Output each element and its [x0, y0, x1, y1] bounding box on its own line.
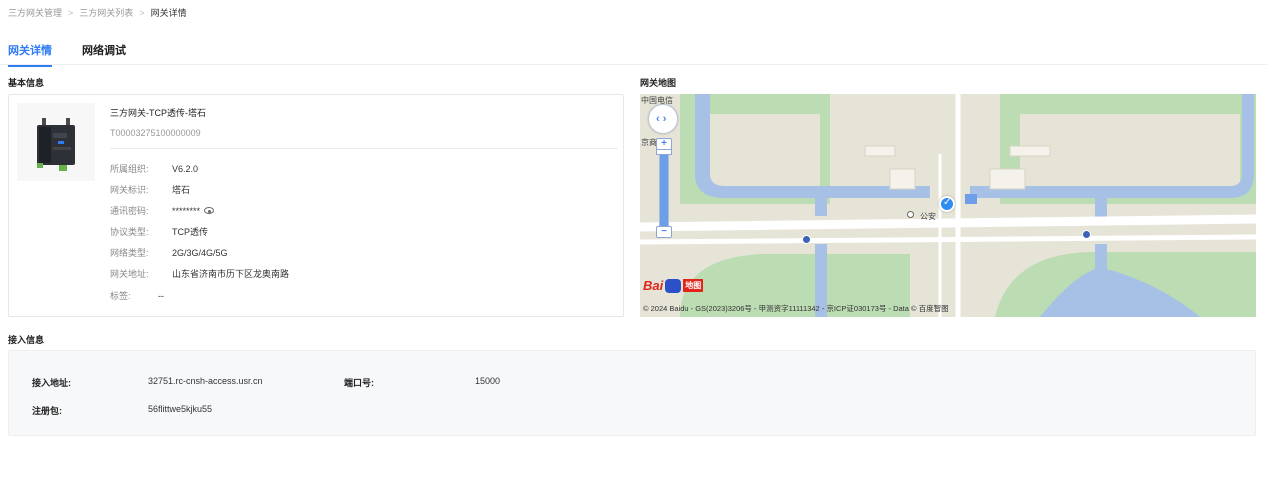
baidu-logo-text: Bai: [643, 278, 664, 293]
device-name: 三方网关-TCP透传-塔石: [110, 108, 206, 118]
info-value: V6.2.0: [172, 163, 199, 174]
baidu-logo-tag: 地图: [683, 279, 704, 292]
device-serial: T00003275100000009: [110, 128, 201, 138]
gateway-device-icon: [37, 118, 75, 171]
access-address-label: 接入地址:: [32, 378, 71, 388]
gateway-map[interactable]: 中国电信 京商街 + − 公安 Bai 地图 © 2024 Baidu - GS…: [640, 94, 1256, 317]
access-info-panel: 接入地址: 32751.rc-cnsh-access.usr.cn 端口号: 1…: [8, 350, 1256, 436]
info-label: 网关标识:: [110, 185, 149, 195]
info-label: 所属组织:: [110, 164, 149, 174]
basic-info-title: 基本信息: [8, 78, 45, 88]
map-title: 网关地图: [640, 78, 677, 88]
breadcrumb-separator-icon: >: [139, 7, 145, 18]
register-packet-label: 注册包:: [32, 406, 62, 416]
register-packet-value: 56flittwe5kjku55: [148, 404, 213, 414]
device-divider: [110, 148, 618, 149]
info-row-gateway-id: 网关标识: 塔石: [110, 183, 190, 196]
zoom-out-button[interactable]: −: [656, 226, 672, 238]
breadcrumb-item-current: 网关详情: [150, 8, 187, 18]
access-address-value: 32751.rc-cnsh-access.usr.cn: [148, 376, 263, 386]
basic-info-card: 三方网关-TCP透传-塔石 T00003275100000009 所属组织: V…: [8, 94, 624, 317]
breadcrumb: 三方网关管理 > 三方网关列表 > 网关详情: [8, 6, 187, 19]
poi-icon[interactable]: [907, 211, 914, 218]
gateway-location-marker-icon[interactable]: [939, 196, 955, 212]
info-row-password: 通讯密码: ********: [110, 204, 215, 217]
breadcrumb-item-gateway-list[interactable]: 三方网关列表: [79, 6, 133, 19]
map-label-poi: 公安: [920, 212, 936, 221]
device-image: [17, 103, 95, 181]
info-value: TCP透传: [172, 227, 209, 237]
eye-icon[interactable]: [204, 207, 215, 214]
baidu-logo: Bai 地图: [643, 278, 704, 293]
info-value: 山东省济南市历下区龙奥南路: [172, 269, 290, 279]
info-value-wrap: ********: [172, 204, 215, 217]
zoom-handle[interactable]: [656, 149, 672, 155]
info-row-network: 网络类型: 2G/3G/4G/5G: [110, 246, 228, 259]
map-pan-control[interactable]: [648, 104, 678, 134]
breadcrumb-item-gateway-management[interactable]: 三方网关管理: [8, 6, 62, 19]
info-label: 协议类型:: [110, 227, 149, 237]
bus-stop-icon[interactable]: [802, 235, 811, 244]
access-info-title: 接入信息: [8, 335, 45, 345]
tabs-divider: [0, 64, 1267, 65]
info-row-address: 网关地址: 山东省济南市历下区龙奥南路: [110, 267, 289, 280]
info-label: 网关地址:: [110, 269, 149, 279]
breadcrumb-separator-icon: >: [68, 7, 74, 18]
info-value: 2G/3G/4G/5G: [172, 247, 228, 258]
bus-stop-icon[interactable]: [1082, 230, 1091, 239]
info-label: 网络类型:: [110, 248, 149, 258]
info-row-protocol: 协议类型: TCP透传: [110, 225, 208, 238]
port-label: 端口号:: [344, 378, 374, 388]
port-value: 15000: [475, 376, 501, 386]
info-row-organization: 所属组织: V6.2.0: [110, 162, 198, 175]
info-value: --: [158, 290, 164, 301]
info-row-tags: 标签: --: [110, 289, 164, 302]
info-value: 塔石: [172, 185, 191, 195]
info-label: 标签:: [110, 291, 131, 301]
password-mask: ********: [172, 205, 201, 216]
info-label: 通讯密码:: [110, 206, 149, 216]
baidu-paw-icon: [665, 278, 682, 293]
map-copyright: © 2024 Baidu - GS(2023)3206号 - 甲测资字11111…: [643, 304, 949, 313]
